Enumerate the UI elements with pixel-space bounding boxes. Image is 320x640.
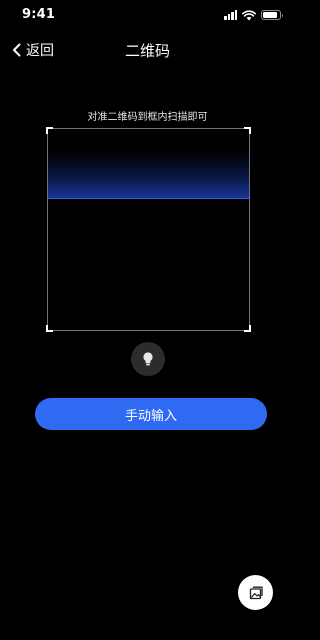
qr-scan-screen: 9:41 返回 二维码 对准二维码到框内扫描即可 手动输入: [0, 0, 295, 640]
page-title: 二维码: [124, 42, 170, 60]
status-time: 9:41: [22, 7, 56, 22]
frame-corner-top-left: [46, 127, 53, 134]
flashlight-icon: [143, 352, 153, 366]
status-icons: [224, 9, 283, 21]
image-icon: [249, 586, 263, 599]
manual-input-button[interactable]: 手动输入: [35, 398, 267, 430]
signal-icon: [224, 10, 237, 20]
frame-corner-bottom-left: [46, 325, 53, 332]
scan-frame: [46, 127, 251, 332]
status-bar: 9:41: [0, 0, 295, 30]
flashlight-button[interactable]: [131, 342, 165, 376]
frame-corner-bottom-right: [244, 325, 251, 332]
nav-bar: 返回 二维码: [0, 32, 295, 68]
album-button[interactable]: [238, 575, 273, 610]
wifi-icon: [242, 9, 256, 20]
scan-line: [48, 151, 249, 199]
scan-hint: 对准二维码到框内扫描即可: [87, 112, 208, 123]
frame-corner-top-right: [244, 127, 251, 134]
battery-icon: [261, 10, 283, 20]
